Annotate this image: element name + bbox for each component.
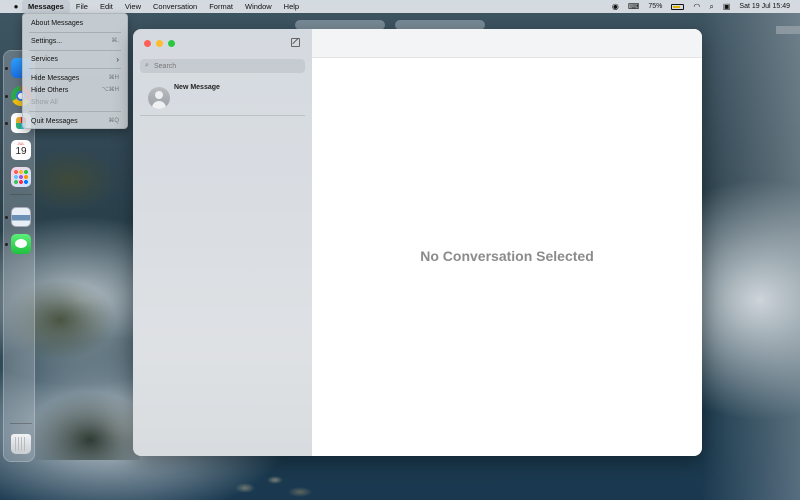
menu-item-label: Hide Messages: [31, 75, 80, 82]
conversation-pane: No Conversation Selected: [312, 29, 702, 456]
battery-percent: 75%: [648, 3, 663, 10]
running-indicator: [5, 216, 8, 219]
menu-help[interactable]: Help: [278, 0, 305, 13]
menu-item-shortcut: ⌥⌘H: [101, 87, 119, 93]
menu-item-label: Hide Others: [31, 87, 69, 94]
menu-bar-clock[interactable]: Sat 19 Jul 15:49: [739, 3, 790, 10]
keyboard-icon[interactable]: ⌨: [628, 2, 640, 11]
menu-item-quit[interactable]: Quit Messages ⌘Q: [23, 116, 127, 127]
messages-window: ⌕ Search New Message No Conversation Sel…: [133, 29, 702, 456]
dock-separator: [10, 423, 32, 424]
chevron-right-icon: ›: [116, 55, 119, 64]
calendar-day: 19: [15, 146, 27, 157]
menu-item-label: Services: [31, 56, 58, 63]
menu-format[interactable]: Format: [203, 0, 239, 13]
search-icon: ⌕: [145, 62, 149, 69]
trash-icon[interactable]: [11, 434, 31, 454]
menu-item-shortcut: ⌘H: [108, 75, 119, 81]
messages-icon[interactable]: [11, 234, 31, 254]
control-center-icon[interactable]: ▣: [723, 2, 731, 11]
running-indicator: [5, 243, 8, 246]
menu-item-shortcut: ⌘Q: [108, 118, 119, 124]
running-indicator: [5, 122, 8, 125]
empty-state-label: No Conversation Selected: [420, 248, 594, 264]
search-icon[interactable]: ⌕: [709, 2, 713, 12]
menu-messages[interactable]: Messages: [22, 0, 70, 13]
menu-item-shortcut: ⌘,: [111, 38, 119, 44]
menu-separator: [29, 111, 121, 112]
zoom-button[interactable]: [168, 40, 175, 47]
menu-view[interactable]: View: [119, 0, 147, 13]
menu-separator: [29, 50, 121, 51]
menu-item-label: About Messages: [31, 20, 84, 27]
background-window: [702, 13, 800, 500]
menu-file[interactable]: File: [70, 0, 94, 13]
messages-menu-dropdown: About Messages Settings... ⌘, Services ›…: [22, 13, 128, 129]
wallpaper-rocks: [230, 470, 320, 500]
apple-icon[interactable]: ●: [10, 2, 22, 11]
compose-icon[interactable]: [291, 38, 300, 47]
grammarly-icon[interactable]: ◉: [612, 2, 619, 11]
conversation-item[interactable]: New Message: [140, 80, 305, 116]
conversation-header: [312, 29, 702, 58]
menu-bar: ● Messages File Edit View Conversation F…: [0, 0, 800, 13]
menu-item-hide-others[interactable]: Hide Others ⌥⌘H: [23, 85, 127, 96]
menu-separator: [29, 68, 121, 69]
menu-item-settings[interactable]: Settings... ⌘,: [23, 36, 127, 47]
sidebar: ⌕ Search New Message: [133, 29, 312, 456]
preview-icon[interactable]: [11, 207, 31, 227]
menu-edit[interactable]: Edit: [94, 0, 119, 13]
search-placeholder: Search: [154, 62, 177, 70]
close-button[interactable]: [144, 40, 151, 47]
menu-item-label: Show All: [31, 99, 58, 106]
calendar-icon[interactable]: JUL 19: [11, 140, 31, 160]
search-field[interactable]: ⌕ Search: [140, 59, 305, 73]
menu-item-show-all: Show All: [23, 97, 127, 108]
running-indicator: [5, 95, 8, 98]
conversation-name: New Message: [174, 84, 220, 91]
menu-separator: [29, 32, 121, 33]
menu-item-label: Settings...: [31, 38, 63, 45]
launchpad-icon[interactable]: [11, 167, 31, 187]
menu-item-hide-messages[interactable]: Hide Messages ⌘H: [23, 73, 127, 84]
menu-item-about[interactable]: About Messages: [23, 18, 127, 29]
avatar-icon: [148, 87, 170, 109]
menu-item-label: Quit Messages: [31, 118, 78, 125]
menu-conversation[interactable]: Conversation: [147, 0, 203, 13]
wifi-icon[interactable]: ◠: [693, 2, 700, 11]
status-area: ◉ ⌨ 75% ◠ ⌕ ▣ Sat 19 Jul 15:49: [612, 0, 800, 13]
menu-window[interactable]: Window: [239, 0, 278, 13]
menu-item-services[interactable]: Services ›: [23, 54, 127, 65]
battery-icon[interactable]: [671, 3, 685, 10]
dock-separator: [10, 194, 32, 195]
minimize-button[interactable]: [156, 40, 163, 47]
background-window-tab: [776, 26, 800, 34]
running-indicator: [5, 67, 8, 70]
